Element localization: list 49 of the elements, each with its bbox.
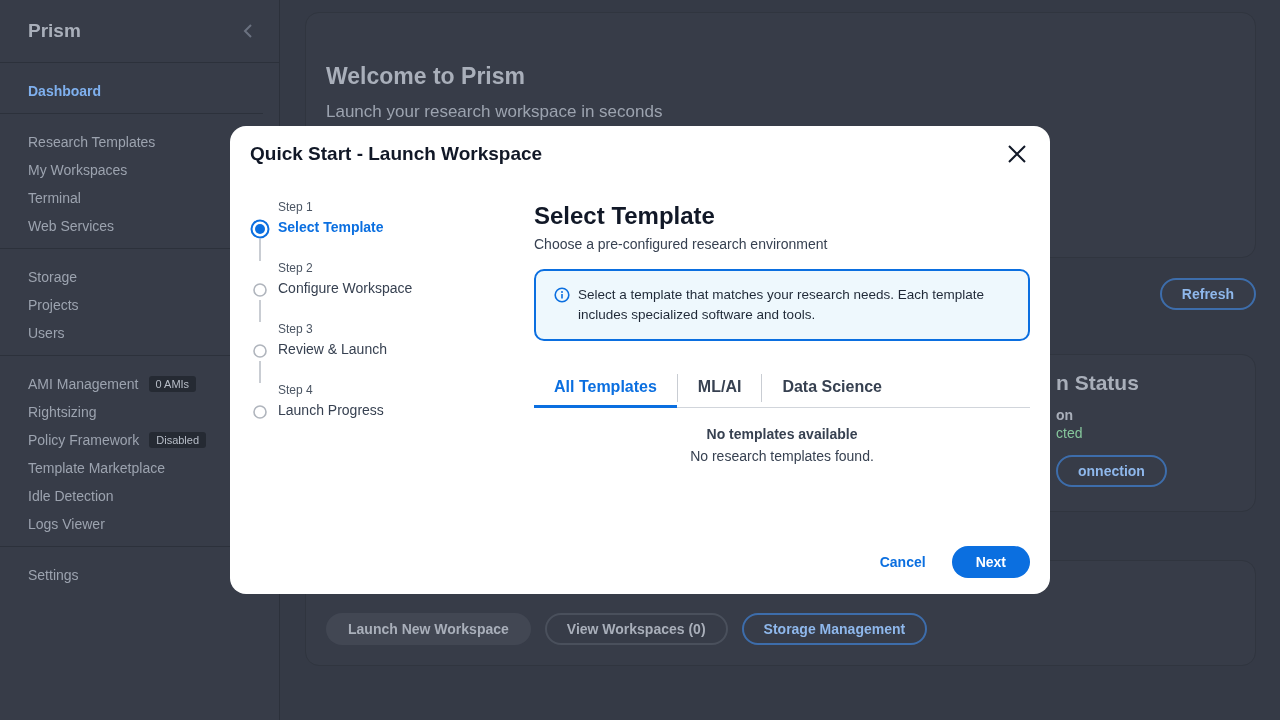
- modal-title: Quick Start - Launch Workspace: [250, 143, 543, 165]
- cancel-button[interactable]: Cancel: [875, 546, 930, 578]
- refresh-button[interactable]: Refresh: [1159, 278, 1256, 310]
- nav-item[interactable]: Template Marketplace: [28, 460, 165, 476]
- status-badge: Disabled: [149, 432, 207, 448]
- nav-item[interactable]: AMI Management: [28, 376, 139, 392]
- nav-item[interactable]: Web Services: [28, 218, 115, 234]
- close-icon[interactable]: [1008, 145, 1026, 163]
- status-badge: 0 AMIs: [148, 376, 197, 392]
- welcome-title: Welcome to Prism: [326, 63, 526, 90]
- section-title: Select Template: [534, 202, 716, 230]
- nav-item[interactable]: Idle Detection: [28, 488, 114, 504]
- info-icon: [554, 287, 570, 303]
- step-number: Step 2: [278, 261, 314, 277]
- tab[interactable]: Data Science: [762, 369, 902, 408]
- nav-item[interactable]: Logs Viewer: [28, 516, 105, 532]
- nav-item[interactable]: Policy Framework: [28, 432, 140, 448]
- nav-item[interactable]: Research Templates: [28, 134, 156, 150]
- info-text: Select a template that matches your research needs. Each template includes specialized software and tools.: [578, 286, 985, 324]
- step-label: Launch Progress: [278, 402, 384, 418]
- status-value: cted: [1056, 425, 1083, 441]
- section-description: Choose a pre-configured research environment: [534, 236, 829, 252]
- tab[interactable]: All Templates: [534, 369, 677, 408]
- nav-item[interactable]: Storage: [28, 269, 78, 285]
- action-button[interactable]: Launch New Workspace: [326, 613, 531, 645]
- step-number: Step 3: [278, 322, 314, 338]
- step-number: Step 4: [278, 383, 314, 399]
- action-button[interactable]: View Workspaces (0): [544, 613, 728, 645]
- connection-button[interactable]: onnection: [1056, 455, 1167, 487]
- app-title: Prism: [28, 20, 81, 42]
- empty-state-text: No research templates found.: [690, 448, 874, 464]
- nav-item[interactable]: Dashboard: [28, 83, 102, 99]
- nav-item[interactable]: Users: [28, 325, 65, 341]
- nav-item[interactable]: Terminal: [28, 190, 81, 206]
- nav-item[interactable]: Projects: [28, 297, 79, 313]
- step-label: Configure Workspace: [278, 280, 413, 296]
- welcome-subtitle: Launch your research workspace in seconds: [326, 102, 664, 122]
- action-button[interactable]: Storage Management: [741, 613, 928, 645]
- nav-item[interactable]: Settings: [28, 567, 79, 583]
- nav-item[interactable]: My Workspaces: [28, 162, 128, 178]
- card-title: n Status: [1056, 371, 1139, 395]
- empty-state-title: No templates available: [706, 426, 858, 442]
- nav-item[interactable]: Rightsizing: [28, 404, 97, 420]
- tab[interactable]: ML/AI: [677, 369, 762, 408]
- step-number: Step 1: [278, 200, 314, 216]
- step-label: Select Template: [278, 219, 384, 235]
- next-button[interactable]: Next: [951, 546, 1030, 578]
- status-label: on: [1056, 407, 1074, 423]
- step-label: Review & Launch: [278, 341, 387, 357]
